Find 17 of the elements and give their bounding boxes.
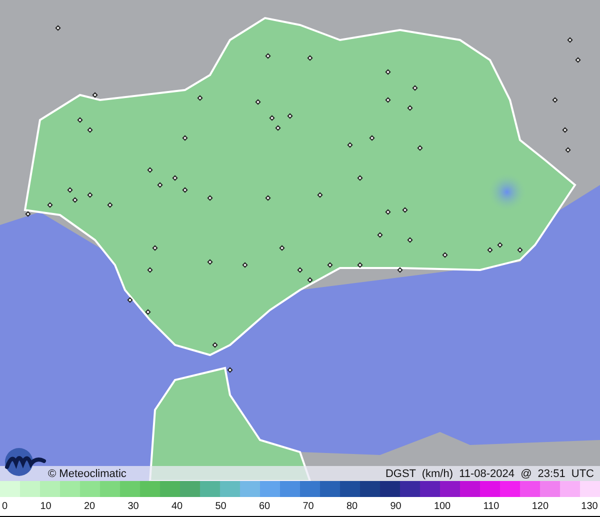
scale-label: 130 (581, 501, 598, 512)
scale-label: 40 (171, 501, 183, 512)
logo-icon (4, 447, 46, 477)
scale-label: 80 (346, 501, 358, 512)
scale-label: 30 (128, 501, 139, 512)
scale-label: 120 (532, 501, 549, 512)
scale-label: 10 (40, 501, 52, 512)
copyright-text: © Meteoclimatic (48, 468, 126, 480)
scale-label: 20 (84, 501, 96, 512)
scale-label: 110 (483, 501, 500, 512)
scale-label: 100 (434, 501, 451, 512)
scale-label: 0 (2, 501, 8, 512)
scale-label: 70 (302, 501, 314, 512)
map-title: DGST (km/h) 11-08-2024 @ 23:51 UTC (385, 468, 594, 480)
scale-label: 90 (390, 501, 402, 512)
scale-label: 50 (215, 501, 226, 512)
scale-label: 60 (258, 501, 270, 512)
